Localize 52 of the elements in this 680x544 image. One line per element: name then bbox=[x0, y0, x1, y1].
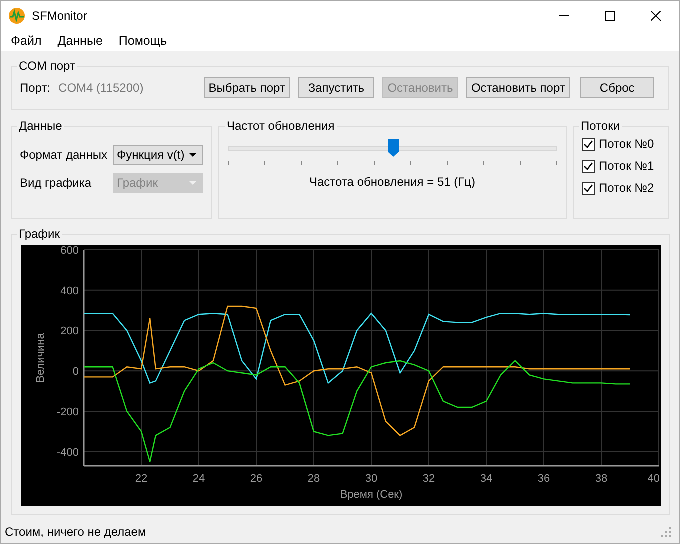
group-title: Данные bbox=[18, 119, 64, 133]
field-label: Вид графика bbox=[20, 176, 92, 190]
checkbox[interactable] bbox=[582, 160, 595, 172]
checkbox[interactable] bbox=[582, 182, 595, 194]
port-value: COM4 (115200) bbox=[58, 80, 144, 94]
checkbox-label: Поток №0 bbox=[599, 137, 654, 151]
slider[interactable] bbox=[228, 139, 557, 157]
group-title: График bbox=[18, 227, 61, 241]
axis-label: 28 bbox=[308, 473, 320, 485]
axis-label: 36 bbox=[538, 473, 550, 485]
menu-item[interactable]: Данные bbox=[50, 34, 111, 48]
axis-label: 200 bbox=[60, 326, 79, 338]
port-label: Порт: bbox=[20, 80, 51, 94]
slider-thumb[interactable] bbox=[388, 139, 398, 157]
axis-label: -400 bbox=[56, 446, 79, 459]
axis-label: 34 bbox=[480, 473, 493, 485]
axis-title: Величина bbox=[35, 333, 47, 383]
toolbar-button[interactable]: Остановить порт bbox=[466, 77, 570, 98]
axis-label: 38 bbox=[595, 473, 608, 485]
axis-title: Время (Сек) bbox=[340, 489, 403, 501]
dropdown[interactable]: Функция v(t) bbox=[113, 145, 203, 165]
checkbox-label: Поток №2 bbox=[599, 181, 654, 195]
axis-label: 600 bbox=[60, 245, 79, 257]
axis-label: 22 bbox=[135, 473, 148, 485]
axis-label: 30 bbox=[365, 473, 378, 485]
toolbar-button[interactable]: Сброс bbox=[580, 77, 654, 98]
size-grip-icon[interactable] bbox=[661, 527, 671, 537]
caret-icon bbox=[189, 181, 197, 185]
checkbox[interactable] bbox=[582, 138, 595, 150]
field-label: Формат данных bbox=[20, 148, 108, 162]
close-icon[interactable] bbox=[651, 11, 661, 21]
axis-label: 26 bbox=[250, 473, 263, 485]
axis-label: 400 bbox=[60, 285, 79, 298]
status-text: Стоим, ничего не делаем bbox=[5, 525, 146, 539]
toolbar-button[interactable]: Запустить bbox=[298, 77, 374, 98]
axis-label: -200 bbox=[56, 406, 79, 418]
app-icon bbox=[9, 8, 25, 24]
axis-label: 24 bbox=[192, 473, 206, 485]
menu-item[interactable]: Файл bbox=[3, 34, 50, 48]
window-title: SFMonitor bbox=[32, 9, 88, 23]
menu-item[interactable]: Помощь bbox=[110, 34, 176, 48]
group-title: Потоки bbox=[580, 119, 622, 133]
toolbar-button[interactable]: Выбрать порт bbox=[204, 77, 290, 98]
group-title: COM порт bbox=[18, 59, 76, 73]
group-title: Частот обновления bbox=[226, 119, 336, 133]
caret-icon bbox=[189, 153, 197, 157]
maximize-icon[interactable] bbox=[605, 11, 615, 21]
axis-label: 32 bbox=[422, 473, 436, 485]
axis-label: 40 bbox=[648, 473, 660, 485]
rate-reading: Частота обновления = 51 (Гц) bbox=[308, 175, 476, 189]
checkbox-label: Поток №1 bbox=[599, 159, 654, 173]
axis-label: 0 bbox=[72, 366, 79, 378]
